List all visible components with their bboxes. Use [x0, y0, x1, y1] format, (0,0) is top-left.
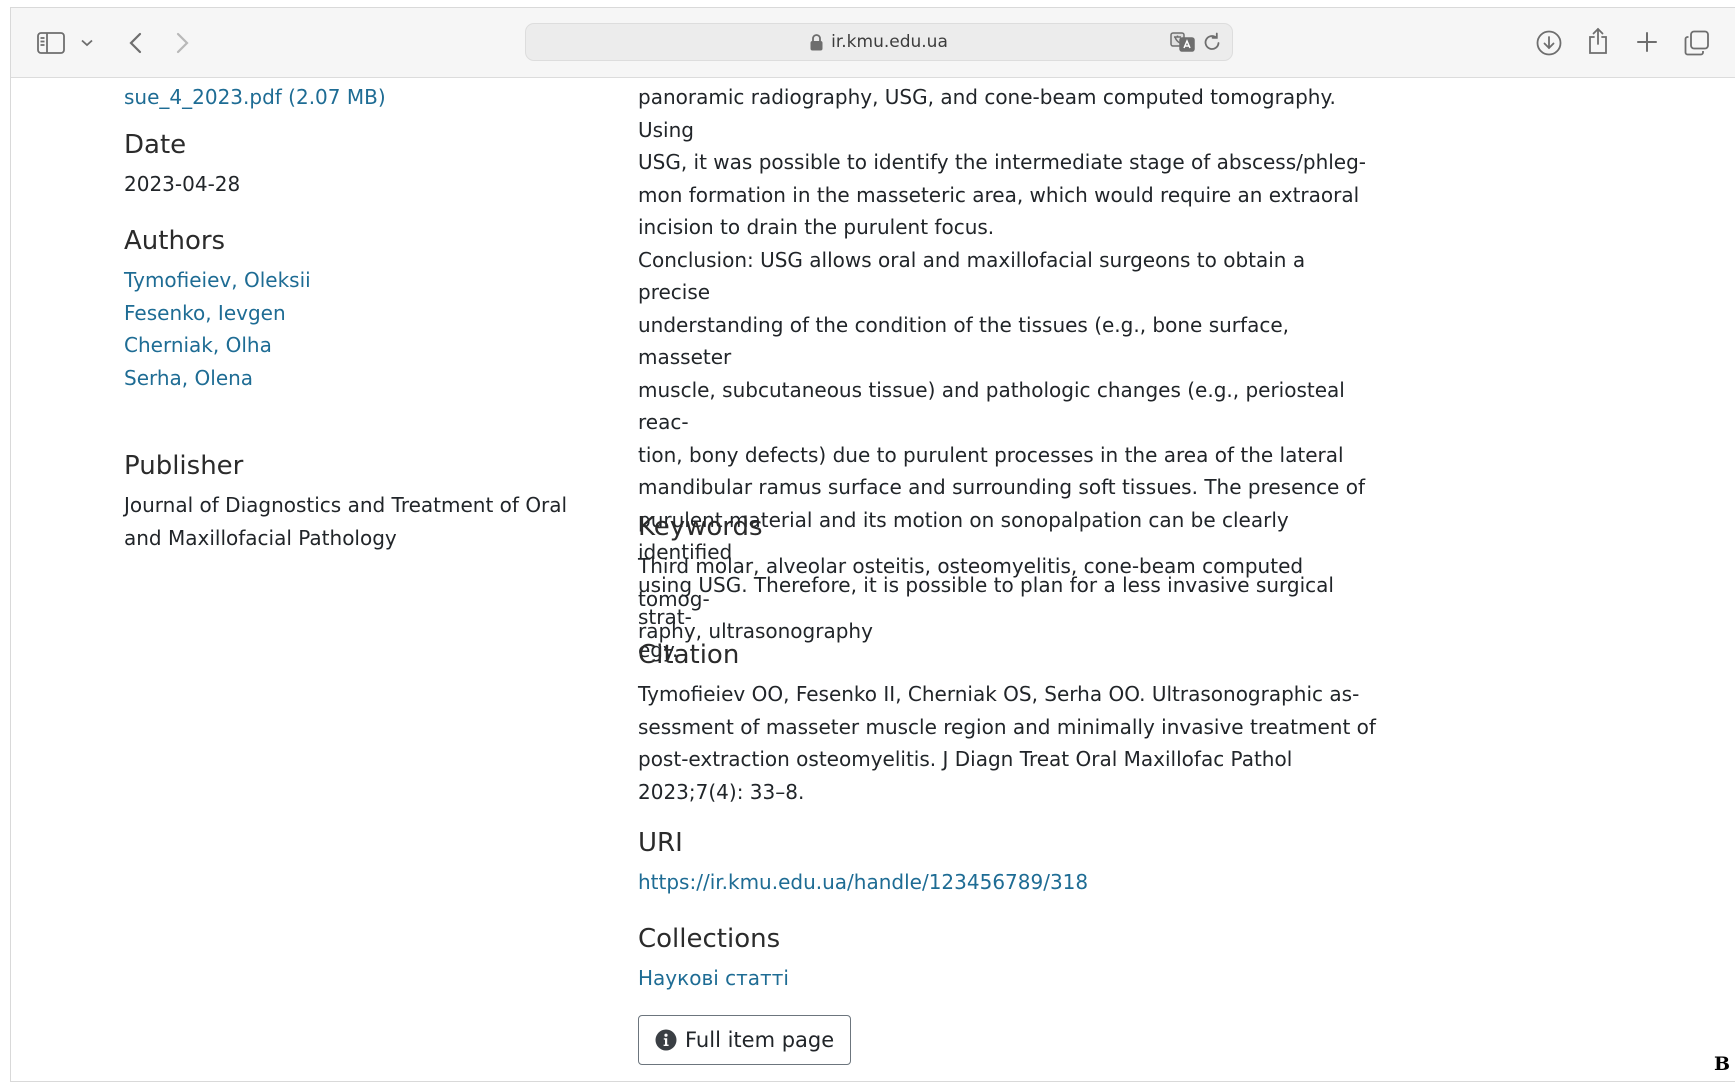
page-content: sue_4_2023.pdf (2.07 MB) Date 2023-04-28… [11, 77, 1735, 1081]
author-link[interactable]: Fesenko, Ievgen [124, 297, 311, 330]
citation-line: post-extraction osteomyelitis. J Diagn T… [638, 747, 1293, 771]
authors-list: Tymofieiev, Oleksii Fesenko, Ievgen Cher… [124, 264, 311, 394]
reload-icon[interactable] [1202, 31, 1222, 53]
abstract-line: mandibular ramus surface and surrounding… [638, 475, 1365, 499]
publisher-value: Journal of Diagnostics and Treatment of … [124, 489, 567, 554]
collection-link[interactable]: Наукові статті [638, 962, 789, 995]
keywords-line: Third molar, alveolar osteitis, osteomye… [638, 554, 1304, 611]
corner-mark: B [1713, 1053, 1730, 1075]
address-bar-center: ir.kmu.edu.ua [526, 24, 1232, 60]
date-value: 2023-04-28 [124, 172, 241, 196]
publisher-line: and Maxillofacial Pathology [124, 525, 397, 550]
author-link[interactable]: Tymofieiev, Oleksii [124, 264, 311, 297]
author-link[interactable]: Serha, Olena [124, 362, 311, 395]
citation-line: sessment of masseter muscle region and m… [638, 714, 1376, 739]
plus-icon[interactable] [1635, 30, 1659, 54]
date-heading: Date [124, 130, 187, 160]
full-item-page-button[interactable]: Full item page [638, 1015, 852, 1065]
lock-icon [810, 33, 823, 51]
url-text[interactable]: ir.kmu.edu.ua [831, 32, 948, 52]
abstract-line: incision to drain the purulent focus. [638, 215, 995, 239]
keywords-line: raphy, ultrasonography [638, 619, 873, 643]
sidebar-icon[interactable] [35, 28, 67, 58]
author-link[interactable]: Cherniak, Olha [124, 329, 311, 362]
browser-window: ir.kmu.edu.ua sue_4_2023.pdf (2.07 MB) D… [10, 7, 1735, 1082]
abstract-line: understanding of the condition of the ti… [638, 312, 1289, 370]
abstract-line: mon formation in the masseteric area, wh… [638, 182, 1360, 207]
collections-heading: Collections [638, 924, 781, 954]
keywords-value: Third molar, alveolar osteitis, osteomye… [638, 550, 1378, 648]
file-download-link[interactable]: sue_4_2023.pdf (2.07 MB) [124, 81, 386, 114]
abstract-line: muscle, subcutaneous tissue) and patholo… [638, 377, 1345, 435]
publisher-heading: Publisher [124, 451, 244, 481]
tabs-overview-icon[interactable] [1683, 29, 1711, 57]
browser-toolbar: ir.kmu.edu.ua [11, 8, 1735, 78]
abstract-line: panoramic radiography, USG, and cone-bea… [638, 85, 1336, 142]
address-bar[interactable]: ir.kmu.edu.ua [525, 23, 1233, 61]
uri-link[interactable]: https://ir.kmu.edu.ua/handle/123456789/3… [638, 866, 1088, 899]
info-circle-icon [655, 1029, 677, 1051]
keywords-heading: Keywords [638, 512, 763, 542]
translate-icon[interactable] [1170, 31, 1196, 53]
abstract-line: Conclusion: USG allows oral and maxillof… [638, 247, 1306, 305]
chevron-left-icon[interactable] [123, 30, 147, 56]
chevron-right-icon[interactable] [171, 30, 195, 56]
full-item-page-label: Full item page [685, 1028, 835, 1052]
publisher-line: Journal of Diagnostics and Treatment of … [124, 493, 568, 517]
citation-value: Tymofieiev OO, Fesenko II, Cherniak OS, … [638, 678, 1376, 808]
uri-heading: URI [638, 828, 683, 858]
authors-heading: Authors [124, 226, 226, 256]
download-icon[interactable] [1535, 29, 1563, 57]
citation-heading: Citation [638, 640, 740, 670]
chevron-down-icon[interactable] [79, 35, 95, 51]
share-icon[interactable] [1585, 26, 1611, 56]
abstract-line: tion, bony defects) due to purulent proc… [638, 442, 1344, 467]
citation-line: Tymofieiev OO, Fesenko II, Cherniak OS, … [638, 682, 1360, 706]
abstract-line: USG, it was possible to identify the int… [638, 150, 1367, 174]
citation-line: 2023;7(4): 33–8. [638, 779, 805, 804]
